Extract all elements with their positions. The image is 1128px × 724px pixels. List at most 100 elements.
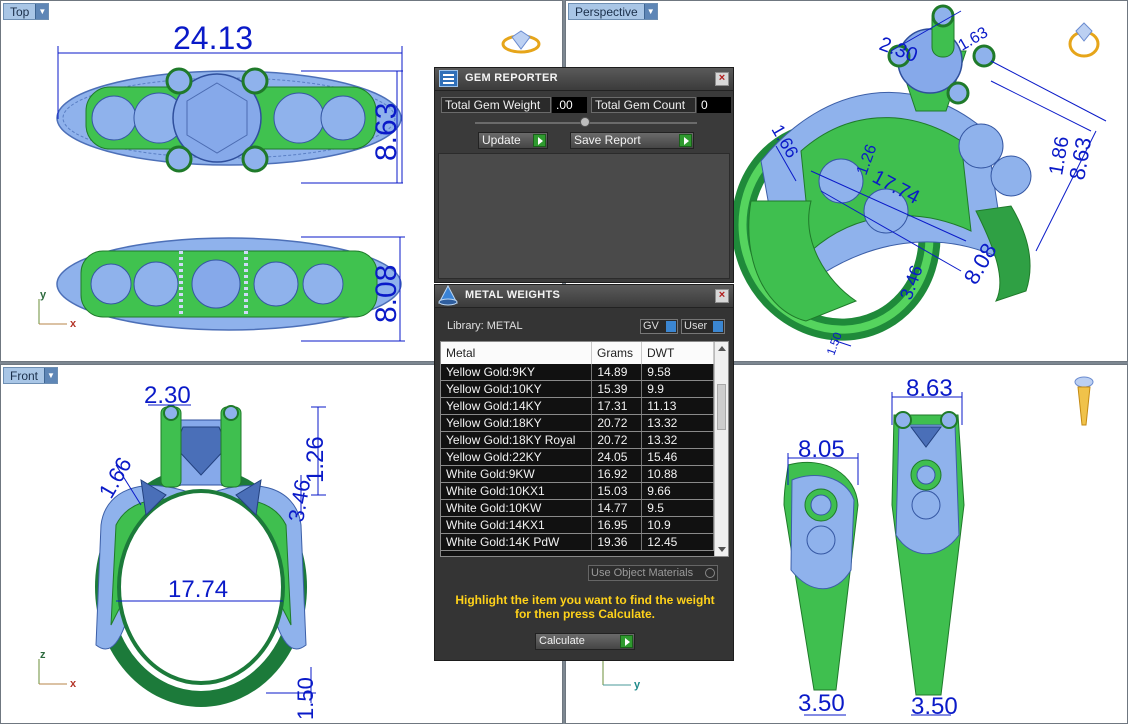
metal-table-cell-metal: White Gold:9KW — [441, 465, 593, 483]
viewport-perspective-label: Perspective — [575, 4, 638, 19]
dim-front-bottom: 1.50 — [293, 677, 318, 720]
dim-top-height-lower: 8.08 — [370, 265, 403, 323]
use-object-materials-toggle[interactable]: Use Object Materials — [588, 565, 718, 581]
scroll-down-icon[interactable] — [718, 547, 726, 552]
viewport-front-tab[interactable]: Front ▼ — [3, 367, 59, 384]
metal-weights-icon — [438, 284, 458, 306]
metal-table-header: Metal Grams DWT — [441, 342, 728, 364]
viewport-perspective-tab[interactable]: Perspective ▼ — [568, 3, 658, 20]
metal-weights-titlebar[interactable]: METAL WEIGHTS × — [435, 284, 733, 308]
user-toggle[interactable]: User — [681, 319, 725, 334]
metal-table-cell-metal: Yellow Gold:9KY — [441, 364, 593, 381]
dim-side-right-top: 8.63 — [906, 375, 953, 402]
metal-table-cell-grams: 20.72 — [591, 414, 643, 432]
use-object-materials-label: Use Object Materials — [591, 567, 694, 579]
dim-front-top: 2.30 — [144, 382, 191, 409]
dim-front-right-a: 1.26 — [302, 436, 329, 483]
metal-table-cell-grams: 24.05 — [591, 448, 643, 466]
dim-top-width: 24.13 — [173, 20, 253, 56]
metal-table-cell-grams: 14.89 — [591, 364, 643, 381]
update-button[interactable]: Update — [478, 132, 548, 149]
calculate-hint: Highlight the item you want to find the … — [455, 593, 715, 621]
metal-table-cell-dwt: 11.13 — [641, 397, 714, 415]
metal-table-cell-dwt: 10.9 — [641, 516, 714, 534]
close-icon[interactable]: × — [715, 72, 729, 86]
metal-table-cell-metal: Yellow Gold:14KY — [441, 397, 593, 415]
play-icon — [679, 134, 692, 147]
chevron-down-icon[interactable]: ▼ — [44, 368, 58, 383]
column-header-dwt[interactable]: DWT — [642, 342, 714, 364]
column-header-metal[interactable]: Metal — [441, 342, 592, 364]
metal-table-cell-metal: Yellow Gold:22KY — [441, 448, 593, 466]
metal-table[interactable]: Metal Grams DWT Yellow Gold:9KY 14.89 9.58… — [440, 341, 729, 557]
gem-list-area[interactable] — [438, 153, 730, 279]
dim-front-inner: 17.74 — [168, 576, 228, 603]
dim-side-right-bottom: 3.50 — [911, 693, 958, 720]
metal-table-cell-dwt: 9.5 — [641, 499, 714, 517]
scroll-up-icon[interactable] — [718, 346, 726, 351]
ring-top-view-upper — [56, 67, 402, 173]
metal-table-row[interactable]: Yellow Gold:22KY 24.05 15.46 — [441, 448, 714, 466]
calculate-button[interactable]: Calculate — [535, 633, 635, 650]
axis-label-y: y — [40, 289, 47, 301]
metal-table-cell-dwt: 15.46 — [641, 448, 714, 466]
metal-table-cell-grams: 16.95 — [591, 516, 643, 534]
metal-table-cell-grams: 17.31 — [591, 397, 643, 415]
gem-reporter-icon — [439, 70, 458, 87]
total-gem-weight-label: Total Gem Weight — [441, 97, 551, 113]
metal-table-row[interactable]: Yellow Gold:18KY 20.72 13.32 — [441, 414, 714, 432]
metal-table-cell-metal: White Gold:14K PdW — [441, 533, 593, 551]
dim-front-right-b: 3.46 — [283, 477, 315, 524]
dim-side-left-top: 8.05 — [798, 436, 845, 463]
total-gem-count-label: Total Gem Count — [591, 97, 696, 113]
viewport-top-label: Top — [10, 4, 30, 19]
metal-table-cell-grams: 19.36 — [591, 533, 643, 551]
save-report-button[interactable]: Save Report — [570, 132, 694, 149]
splitter-knob-icon[interactable] — [580, 117, 590, 127]
close-icon[interactable]: × — [715, 289, 729, 303]
metal-table-row[interactable]: Yellow Gold:18KY Royal 20.72 13.32 — [441, 431, 714, 449]
ring-front-view — [95, 405, 307, 707]
play-icon — [620, 635, 633, 648]
viewport-top-tab[interactable]: Top ▼ — [3, 3, 50, 20]
metal-table-cell-dwt: 9.9 — [641, 380, 714, 398]
metal-table-cell-grams: 14.77 — [591, 499, 643, 517]
toggle-indicator-icon — [713, 321, 723, 332]
column-header-grams[interactable]: Grams — [592, 342, 642, 364]
metal-table-row[interactable]: White Gold:14K PdW 19.36 12.45 — [441, 533, 714, 551]
metal-table-cell-grams: 16.92 — [591, 465, 643, 483]
gem-reporter-titlebar[interactable]: GEM REPORTER × — [435, 68, 733, 91]
chevron-down-icon[interactable]: ▼ — [35, 4, 49, 19]
ring-thumbnail-icon — [501, 30, 541, 54]
metal-table-body: Yellow Gold:9KY 14.89 9.58 Yellow Gold:10KY… — [441, 364, 714, 556]
chevron-down-icon[interactable]: ▼ — [643, 4, 657, 19]
play-icon — [533, 134, 546, 147]
viewport-front-label: Front — [10, 368, 39, 383]
axis-label-y: y — [634, 679, 641, 691]
ring-thumbnail-icon — [1074, 376, 1094, 426]
toggle-indicator-icon — [666, 321, 676, 332]
gem-reporter-panel: GEM REPORTER × Total Gem Weight .00 Tota… — [434, 67, 734, 283]
ring-side-view-right — [891, 411, 965, 696]
metal-table-rows: Yellow Gold:9KY 14.89 9.58 Yellow Gold:10KY… — [441, 364, 714, 551]
metal-table-row[interactable]: White Gold:10KX1 15.03 9.66 — [441, 482, 714, 500]
metal-table-cell-metal: White Gold:14KX1 — [441, 516, 593, 534]
metal-table-row[interactable]: Yellow Gold:9KY 14.89 9.58 — [441, 364, 714, 381]
metal-table-row[interactable]: White Gold:9KW 16.92 10.88 — [441, 465, 714, 483]
gv-toggle[interactable]: GV — [640, 319, 678, 334]
radio-icon — [705, 568, 715, 578]
metal-table-row[interactable]: Yellow Gold:10KY 15.39 9.9 — [441, 380, 714, 398]
metal-table-row[interactable]: White Gold:10KW 14.77 9.5 — [441, 499, 714, 517]
metal-table-cell-dwt: 10.88 — [641, 465, 714, 483]
ring-side-view-left — [783, 461, 859, 691]
metal-weights-title: METAL WEIGHTS — [465, 289, 561, 301]
library-label: Library: METAL — [447, 320, 523, 332]
axis-label-z: z — [40, 649, 46, 661]
total-gem-count-value: 0 — [697, 97, 731, 113]
scrollbar[interactable] — [714, 342, 728, 556]
scroll-thumb[interactable] — [717, 384, 726, 430]
metal-table-cell-grams: 15.39 — [591, 380, 643, 398]
dim-side-left-bottom: 3.50 — [798, 690, 845, 717]
metal-table-row[interactable]: White Gold:14KX1 16.95 10.9 — [441, 516, 714, 534]
metal-table-row[interactable]: Yellow Gold:14KY 17.31 11.13 — [441, 397, 714, 415]
